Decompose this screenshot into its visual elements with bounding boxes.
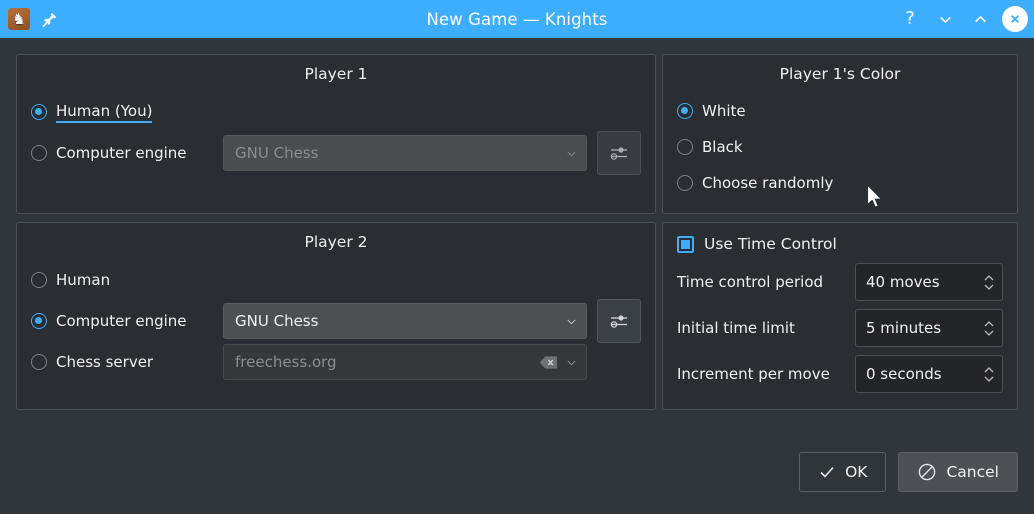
chevron-down-icon (939, 16, 951, 23)
radio-indicator (677, 103, 693, 119)
increment-per-move-row: Increment per move 0 seconds (677, 351, 1003, 397)
color-option-black-row[interactable]: Black (677, 129, 1003, 165)
player2-engine-combo-value: GNU Chess (235, 312, 319, 330)
time-control-period-label: Time control period (677, 273, 824, 291)
chevron-down-icon (984, 284, 994, 290)
use-time-control-label: Use Time Control (704, 235, 837, 253)
radio-indicator (31, 313, 47, 329)
pin-icon[interactable] (39, 9, 59, 29)
color-option-white-row[interactable]: White (677, 93, 1003, 129)
color-option-white[interactable]: White (677, 102, 746, 120)
titlebar-left-icons: ♞ (8, 8, 59, 30)
chevron-up-icon (984, 320, 994, 326)
initial-time-limit-spinbox[interactable]: 5 minutes (855, 309, 1003, 347)
player2-human-row[interactable]: Human (31, 261, 641, 299)
player2-engine-radio[interactable]: Computer engine (31, 312, 223, 330)
initial-time-limit-value: 5 minutes (866, 319, 942, 337)
close-button[interactable] (1002, 6, 1028, 32)
title-bar: ♞ New Game — Knights ? (0, 0, 1034, 38)
player1-color-title: Player 1's Color (779, 65, 901, 83)
sliders-icon (610, 315, 627, 328)
player2-engine-config-button[interactable] (597, 299, 641, 343)
player1-human-label: Human (You) (56, 102, 153, 123)
chevron-up-icon (984, 274, 994, 280)
player1-engine-config-button[interactable] (597, 131, 641, 175)
increment-per-move-spinbox[interactable]: 0 seconds (855, 355, 1003, 393)
clear-text-icon[interactable] (539, 355, 558, 370)
time-control-period-row: Time control period 40 moves (677, 259, 1003, 305)
no-entry-icon (919, 463, 936, 481)
checkbox-indicator (677, 235, 694, 253)
titlebar-buttons: ? (897, 6, 1028, 32)
ok-button-label: OK (845, 463, 868, 481)
color-option-white-label: White (702, 102, 746, 120)
use-time-control-checkbox[interactable]: Use Time Control (677, 235, 1003, 253)
cancel-button-label: Cancel (946, 463, 999, 481)
color-option-black-label: Black (702, 138, 743, 156)
player1-title: Player 1 (304, 65, 368, 83)
player2-title: Player 2 (304, 233, 368, 251)
chevron-down-icon (565, 315, 578, 328)
player2-engine-label: Computer engine (56, 312, 187, 330)
time-control-period-value: 40 moves (866, 273, 940, 291)
help-button[interactable]: ? (897, 6, 923, 32)
radio-indicator (31, 104, 47, 120)
player2-server-row[interactable]: Chess server freechess.org (31, 343, 641, 381)
initial-time-limit-label: Initial time limit (677, 319, 795, 337)
player2-server-combo[interactable]: freechess.org (223, 344, 587, 380)
player1-engine-label: Computer engine (56, 144, 187, 162)
player1-groupbox: Player 1 Human (You) Computer engine GNU… (16, 54, 656, 214)
player1-engine-row[interactable]: Computer engine GNU Chess (31, 131, 641, 175)
player2-human-radio[interactable]: Human (31, 271, 110, 289)
chevron-up-icon (984, 366, 994, 372)
chevron-down-icon (565, 147, 578, 160)
radio-indicator (31, 272, 47, 288)
radio-indicator (31, 354, 47, 370)
dialog-button-bar: OK Cancel (799, 452, 1018, 492)
spinner-arrows[interactable] (982, 320, 996, 337)
increment-per-move-label: Increment per move (677, 365, 830, 383)
color-option-random-label: Choose randomly (702, 174, 834, 192)
player2-groupbox: Player 2 Human Computer engine GNU Chess (16, 222, 656, 410)
player1-engine-radio[interactable]: Computer engine (31, 144, 223, 162)
radio-indicator (677, 139, 693, 155)
player1-human-radio[interactable]: Human (You) (31, 102, 153, 123)
dialog-content: Player 1 Human (You) Computer engine GNU… (0, 38, 1034, 426)
player2-engine-row[interactable]: Computer engine GNU Chess (31, 299, 641, 343)
radio-indicator (677, 175, 693, 191)
close-icon (1010, 14, 1020, 24)
help-icon: ? (905, 8, 915, 29)
maximize-button[interactable] (967, 6, 993, 32)
chevron-down-icon (984, 376, 994, 382)
sliders-icon (610, 147, 627, 160)
player1-engine-combo[interactable]: GNU Chess (223, 135, 587, 171)
player2-server-radio[interactable]: Chess server (31, 353, 223, 371)
player2-human-label: Human (56, 271, 111, 289)
check-icon (820, 466, 834, 478)
ok-button[interactable]: OK (799, 452, 887, 492)
player2-server-label: Chess server (56, 353, 154, 371)
increment-per-move-value: 0 seconds (866, 365, 942, 383)
initial-time-limit-row: Initial time limit 5 minutes (677, 305, 1003, 351)
window-title: New Game — Knights (426, 9, 608, 29)
cancel-button[interactable]: Cancel (898, 452, 1018, 492)
time-control-groupbox: Use Time Control Time control period 40 … (662, 222, 1018, 410)
color-option-random-row[interactable]: Choose randomly (677, 165, 1003, 201)
player1-human-row[interactable]: Human (You) (31, 93, 641, 131)
chevron-down-icon (565, 356, 578, 369)
chevron-down-icon (984, 330, 994, 336)
radio-indicator (31, 145, 47, 161)
player2-engine-combo[interactable]: GNU Chess (223, 303, 587, 339)
spinner-arrows[interactable] (982, 274, 996, 291)
spinner-arrows[interactable] (982, 366, 996, 383)
chess-knight-icon: ♞ (8, 8, 30, 30)
chevron-up-icon (974, 15, 986, 22)
time-control-period-spinbox[interactable]: 40 moves (855, 263, 1003, 301)
color-option-random[interactable]: Choose randomly (677, 174, 833, 192)
player1-color-groupbox: Player 1's Color White Black Choose rand… (662, 54, 1018, 214)
color-option-black[interactable]: Black (677, 138, 743, 156)
minimize-button[interactable] (932, 6, 958, 32)
player2-server-combo-value: freechess.org (235, 353, 337, 371)
player1-engine-combo-value: GNU Chess (235, 144, 319, 162)
